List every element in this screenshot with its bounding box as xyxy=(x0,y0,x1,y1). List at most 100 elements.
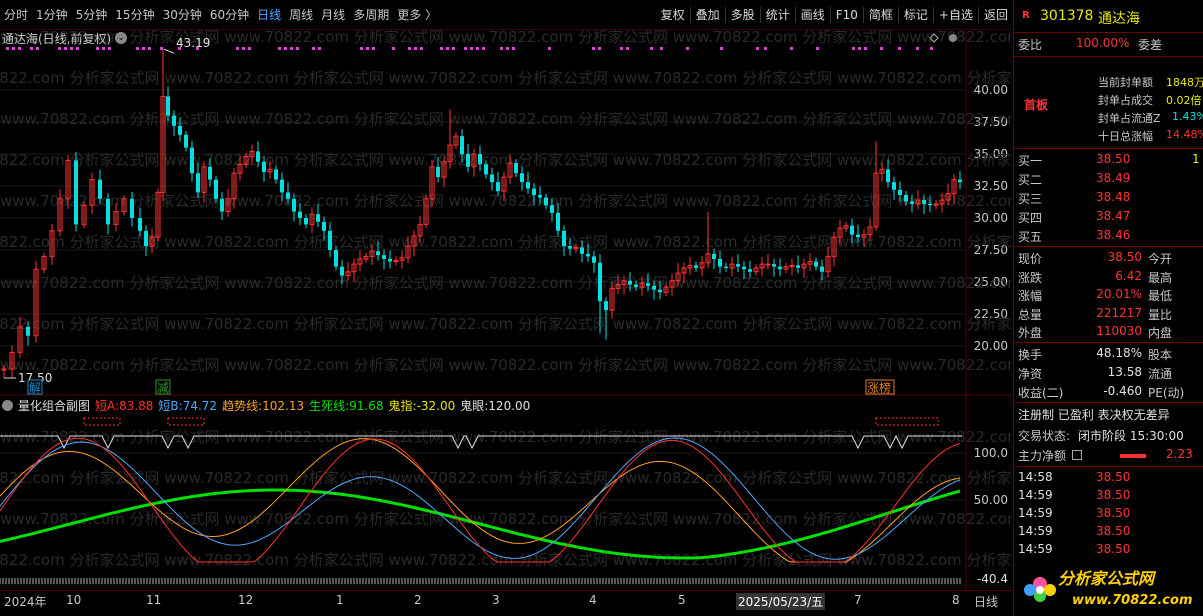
candle xyxy=(736,254,740,273)
tab-1min[interactable]: 1分钟 xyxy=(32,6,72,23)
simple-frame-button[interactable]: 简框 xyxy=(865,6,897,23)
signal-dot xyxy=(372,47,375,50)
signal-dot xyxy=(12,47,15,50)
tab-15min[interactable]: 15分钟 xyxy=(111,6,158,23)
f10-button[interactable]: F10 xyxy=(832,8,862,22)
bid-row[interactable]: 买五 38.46 xyxy=(1014,228,1203,246)
stat-label-right: PE(动) xyxy=(1148,386,1185,400)
bid-label: 买四 xyxy=(1018,211,1043,225)
tab-5min[interactable]: 5分钟 xyxy=(72,6,112,23)
signal-dot xyxy=(70,47,73,50)
signal-dot xyxy=(858,47,861,50)
date-label: 1 xyxy=(336,593,344,607)
stat-value: 221217 xyxy=(1096,305,1142,320)
indicator-chart[interactable]: 100.0 50.00 -40.4 www.70822.com 分析家公式网 www.… xyxy=(0,396,1012,590)
tab-monthly[interactable]: 月线 xyxy=(317,6,349,23)
signal-dot xyxy=(816,47,819,50)
stat-value: -0.460 xyxy=(1103,384,1142,398)
stat-label: 净资 xyxy=(1018,367,1043,381)
adjust-button[interactable]: 复权 xyxy=(657,6,689,23)
watermark-text: www.70822.com 分析家公式网 www.70822.com 分析家公式… xyxy=(0,274,1012,292)
watermark-text: www.70822.com 分析家公式网 www.70822.com 分析家公式… xyxy=(0,469,1012,487)
indicator-name[interactable]: 量化组合副图 xyxy=(18,397,90,414)
signal-dot xyxy=(414,47,417,50)
date-label: 11 xyxy=(146,593,162,607)
signal-dot xyxy=(392,47,395,50)
bid-row[interactable]: 买二 38.49 xyxy=(1014,171,1203,189)
more-menu[interactable]: 更多 〉 xyxy=(393,6,441,23)
weibi-row: 委比 100.00% 委差 xyxy=(1014,36,1203,54)
signal-dot xyxy=(464,47,467,50)
app-window: 分时 1分钟 5分钟 15分钟 30分钟 60分钟 日线 周线 月线 多周期 更… xyxy=(0,0,1203,616)
short-b-line xyxy=(0,437,961,560)
bid-row[interactable]: 买三 38.48 xyxy=(1014,190,1203,208)
candlestick-chart[interactable]: 40.0037.5035.0032.5030.0027.5025.0022.50… xyxy=(0,30,1012,396)
stat-label-right: 股本 xyxy=(1148,348,1173,362)
stat-row: 总量 221217 量比 xyxy=(1014,306,1203,324)
netflow-row: 主力净额 2.23 xyxy=(1014,447,1203,465)
period-toolbar: 分时 1分钟 5分钟 15分钟 30分钟 60分钟 日线 周线 月线 多周期 更… xyxy=(0,0,1012,30)
event-marker[interactable]: 减 xyxy=(157,381,169,395)
stat-value: 110030 xyxy=(1096,324,1142,338)
signal-dot xyxy=(512,47,515,50)
chevron-down-icon[interactable] xyxy=(949,34,957,42)
seal-label: 封单占流通Z xyxy=(1098,112,1161,125)
signal-dot xyxy=(76,47,79,50)
candle xyxy=(363,252,369,263)
candle xyxy=(520,166,524,191)
netflow-label: 主力净额 xyxy=(1018,449,1067,463)
stock-name: 通达海 xyxy=(1098,11,1140,27)
tab-multi-period[interactable]: 多周期 xyxy=(349,6,393,23)
settings-icon[interactable] xyxy=(2,399,13,411)
bid-row[interactable]: 买一 38.50 1 xyxy=(1014,152,1203,170)
legend-item-ghost-index: 鬼指:-32.00 xyxy=(388,398,456,413)
candle xyxy=(490,167,494,191)
seal-row: 十日总涨幅 14.48% xyxy=(1014,128,1203,146)
event-marker[interactable]: 解 xyxy=(29,381,41,395)
signal-dot xyxy=(58,47,61,50)
signal-dot xyxy=(898,47,901,50)
overlay-button[interactable]: 叠加 xyxy=(692,6,724,23)
tab-60min[interactable]: 60分钟 xyxy=(206,6,253,23)
tick-row: 14:59 38.50 xyxy=(1014,488,1203,506)
seal-label: 当前封单额 xyxy=(1098,76,1153,89)
y-tick-label: 100.0 xyxy=(974,446,1008,460)
mark-button[interactable]: 标记 xyxy=(900,6,932,23)
add-watchlist-button[interactable]: +自选 xyxy=(935,6,977,23)
flower-icon xyxy=(1024,577,1056,602)
signal-dot xyxy=(284,47,287,50)
tab-daily[interactable]: 日线 xyxy=(253,6,285,23)
weibi-value: 100.00% xyxy=(1076,36,1130,50)
candle xyxy=(724,262,728,272)
chevron-down-icon[interactable]: ⌄ xyxy=(115,32,128,44)
multi-stock-button[interactable]: 多股 xyxy=(727,6,759,23)
seal-value: 14.48% xyxy=(1166,128,1203,141)
candle xyxy=(106,193,110,235)
candle xyxy=(144,225,148,257)
back-button[interactable]: 返回 xyxy=(980,6,1012,23)
bid-label: 买五 xyxy=(1018,230,1043,244)
y-tick-label: 50.00 xyxy=(974,493,1008,507)
candle xyxy=(718,250,722,274)
candle xyxy=(388,250,392,269)
candle xyxy=(843,221,849,233)
status-row: 交易状态: 闭市阶段 15:30:00 xyxy=(1014,427,1203,445)
tick-row: 14:59 38.50 xyxy=(1014,506,1203,524)
tick-time: 14:59 xyxy=(1018,506,1053,520)
statistics-button[interactable]: 统计 xyxy=(762,6,794,23)
tab-weekly[interactable]: 周线 xyxy=(285,6,317,23)
list-icon[interactable] xyxy=(1072,450,1082,460)
stat-label-right: 最高 xyxy=(1148,270,1173,285)
candle xyxy=(184,130,188,152)
tab-30min[interactable]: 30分钟 xyxy=(159,6,206,23)
tab-fenshi[interactable]: 分时 xyxy=(0,6,32,23)
signal-box xyxy=(167,417,205,426)
bid-row[interactable]: 买四 38.47 xyxy=(1014,209,1203,227)
candle xyxy=(814,257,818,271)
draw-line-button[interactable]: 画线 xyxy=(797,6,829,23)
logo-title: 分析家公式网 xyxy=(1058,569,1157,588)
candle xyxy=(789,258,795,276)
candle xyxy=(138,208,142,237)
event-marker[interactable]: 涨榜 xyxy=(867,380,891,395)
candle xyxy=(796,255,800,274)
